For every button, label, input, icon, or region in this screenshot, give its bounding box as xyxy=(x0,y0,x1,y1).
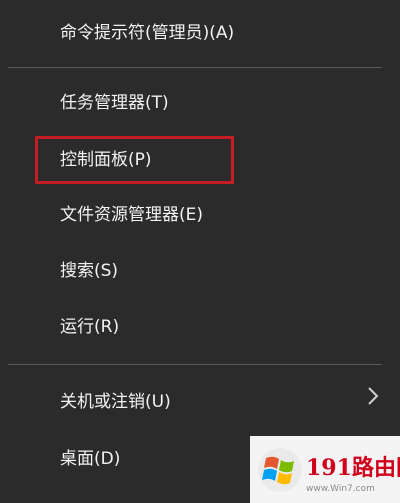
menu-item-search[interactable]: 搜索(S) xyxy=(0,246,400,296)
winx-context-menu: 命令提示符(管理员)(A) 任务管理器(T) 控制面板(P) 文件资源管理器(E… xyxy=(0,0,400,503)
watermark-subtitle: www.Win7.com xyxy=(306,484,375,494)
menu-item-shutdown-signout[interactable]: 关机或注销(U) xyxy=(0,377,400,427)
menu-item-label: 命令提示符(管理员)(A) xyxy=(60,23,235,43)
menu-item-label: 搜索(S) xyxy=(60,261,119,281)
menu-item-task-manager[interactable]: 任务管理器(T) xyxy=(0,78,400,128)
menu-item-run[interactable]: 运行(R) xyxy=(0,302,400,352)
watermark-title: 191路由网 xyxy=(306,455,400,481)
menu-item-file-explorer[interactable]: 文件资源管理器(E) xyxy=(0,190,400,240)
menu-item-label: 桌面(D) xyxy=(60,449,121,469)
menu-separator xyxy=(8,364,382,365)
menu-item-label: 任务管理器(T) xyxy=(60,93,169,113)
menu-separator xyxy=(8,67,382,68)
menu-item-label: 文件资源管理器(E) xyxy=(60,205,204,225)
site-watermark: 191路由网 www.Win7.com xyxy=(250,436,400,503)
menu-item-label: 运行(R) xyxy=(60,317,120,337)
chevron-right-icon xyxy=(361,384,385,408)
menu-item-command-prompt-admin[interactable]: 命令提示符(管理员)(A) xyxy=(0,8,400,58)
windows-logo-icon xyxy=(256,446,304,494)
menu-item-label: 关机或注销(U) xyxy=(60,392,171,412)
highlight-box xyxy=(35,136,234,184)
